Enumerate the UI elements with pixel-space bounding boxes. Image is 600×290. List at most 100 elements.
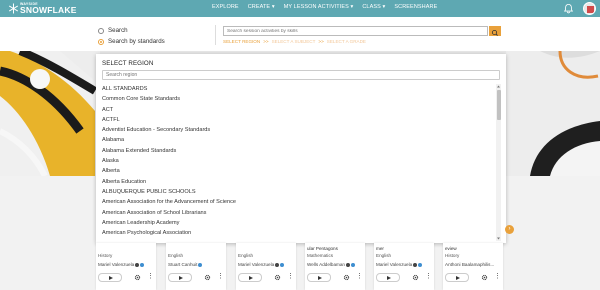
region-item[interactable]: Alabama Extended Standards (102, 146, 495, 156)
nav-my-lesson-activities[interactable]: MY LESSON ACTIVITIES ▾ (284, 4, 354, 10)
activity-card[interactable]: mer English Mariel Valenzuela ⋮ (374, 243, 434, 290)
card-title: mer (376, 246, 384, 251)
card-author: Wells Addelbaman (307, 262, 355, 267)
gear-icon[interactable] (481, 274, 488, 281)
top-navigation-bar: WAYSIDE SNOWFLAKE EXPLORE CREATE ▾ MY LE… (0, 0, 600, 17)
gear-icon[interactable] (204, 274, 211, 281)
chevron-right-icon: › (508, 226, 511, 232)
crumb-separator: >> (318, 39, 324, 44)
verified-icon (350, 262, 355, 267)
author-avatar (345, 262, 350, 267)
activity-card[interactable]: ular Pentagons Mathematics Wells Addelba… (305, 243, 365, 290)
gear-icon[interactable] (274, 274, 281, 281)
play-button[interactable] (98, 273, 122, 282)
play-button[interactable] (376, 273, 400, 282)
region-item[interactable]: Common Core State Standards (102, 94, 495, 104)
scrollbar-thumb[interactable] (496, 90, 501, 120)
activity-card[interactable]: English Stuart Canhuit ⋮ (166, 243, 226, 290)
gear-icon[interactable] (412, 274, 419, 281)
card-subject: English (168, 253, 184, 258)
gear-icon[interactable] (134, 274, 141, 281)
app-logo[interactable]: WAYSIDE SNOWFLAKE (6, 1, 76, 16)
skills-search-input[interactable] (223, 26, 488, 36)
play-button[interactable] (445, 273, 469, 282)
play-button[interactable] (238, 273, 262, 282)
region-item[interactable]: Adventist Education - Secondary Standard… (102, 125, 495, 135)
region-item[interactable]: ACT (102, 105, 495, 115)
region-item[interactable]: American Association for the Advancement… (102, 197, 495, 207)
crumb-select-grade[interactable]: SELECT A GRADE (327, 39, 366, 44)
brand-name: SNOWFLAKE (20, 5, 77, 15)
more-options-icon[interactable]: ⋮ (147, 273, 154, 280)
region-search-input[interactable] (102, 70, 500, 80)
nav-explore[interactable]: EXPLORE (212, 4, 239, 10)
nav-class[interactable]: CLASS ▾ (362, 4, 385, 10)
card-author: Stuart Canhuit (168, 262, 203, 267)
standards-radio-label: Search by standards (108, 38, 165, 45)
carousel-next-button[interactable]: › (505, 225, 514, 234)
author-name: Mariel Valenzuela (376, 262, 413, 267)
author-name: Mariel Valenzuela (238, 262, 275, 267)
card-title: eview (445, 246, 457, 251)
gear-icon[interactable] (343, 274, 350, 281)
crumb-select-region[interactable]: SELECT REGION (223, 39, 260, 44)
more-options-icon[interactable]: ⋮ (356, 273, 363, 280)
nav-screenshare[interactable]: SCREENSHARE (394, 4, 437, 10)
more-options-icon[interactable]: ⋮ (287, 273, 294, 280)
activity-card[interactable]: History Mariel Valenzuela ⋮ (96, 243, 156, 290)
region-item[interactable]: Alaska (102, 156, 495, 166)
verified-icon (140, 262, 145, 267)
verified-icon (198, 262, 203, 267)
region-item[interactable]: ALBUQUERQUE PUBLIC SCHOOLS (102, 187, 495, 197)
scroll-up-arrow-icon[interactable] (496, 84, 501, 89)
scroll-down-arrow-icon[interactable] (496, 236, 501, 241)
modal-title: SELECT REGION (102, 60, 154, 67)
region-item[interactable]: Alabama (102, 135, 495, 145)
card-author: Anthoni Baalamaphilis... (445, 262, 494, 267)
standards-mode-option[interactable]: Search by standards (98, 38, 165, 45)
search-radio[interactable] (98, 27, 104, 34)
activity-card-row: History Mariel Valenzuela ⋮ English Stua… (96, 243, 516, 290)
more-options-icon[interactable]: ⋮ (425, 273, 432, 280)
verified-icon (280, 262, 285, 267)
region-item[interactable]: American Psychological Association (102, 228, 495, 238)
activity-card[interactable]: eview History Anthoni Baalamaphilis... ⋮ (443, 243, 503, 290)
user-avatar[interactable] (583, 2, 596, 15)
card-title: ular Pentagons (307, 246, 338, 251)
search-icon (492, 30, 498, 36)
region-item[interactable]: ACTFL (102, 115, 495, 125)
author-name: Anthoni Baalamaphilis... (445, 262, 495, 267)
search-button[interactable] (489, 26, 501, 36)
more-options-icon[interactable]: ⋮ (494, 273, 501, 280)
author-avatar (135, 262, 140, 267)
author-name: Mariel Valenzuela (98, 262, 135, 267)
author-name: Wells Addelbaman (307, 262, 345, 267)
page: WAYSIDE SNOWFLAKE EXPLORE CREATE ▾ MY LE… (0, 0, 600, 290)
main-nav: EXPLORE CREATE ▾ MY LESSON ACTIVITIES ▾ … (212, 4, 437, 10)
region-list-scrollbar[interactable] (496, 84, 501, 241)
more-options-icon[interactable]: ⋮ (217, 273, 224, 280)
author-avatar (275, 262, 280, 267)
crumb-select-subject[interactable]: SELECT A SUBJECT (272, 39, 316, 44)
nav-create[interactable]: CREATE ▾ (248, 4, 275, 10)
region-item[interactable]: Alberta Education (102, 177, 495, 187)
card-author: Mariel Valenzuela (98, 262, 145, 267)
region-item[interactable]: American Leadership Academy (102, 218, 495, 228)
crumb-separator: >> (263, 39, 269, 44)
search-mode-option[interactable]: Search (98, 27, 128, 34)
divider (215, 25, 216, 45)
select-region-modal: SELECT REGION ALL STANDARDS Common Core … (96, 54, 506, 243)
verified-icon (418, 262, 423, 267)
snowflake-logo-icon (9, 3, 18, 14)
standards-radio[interactable] (98, 38, 104, 45)
play-button[interactable] (307, 273, 331, 282)
play-button[interactable] (168, 273, 192, 282)
activity-card[interactable]: English Mariel Valenzuela ⋮ (236, 243, 296, 290)
card-subject: History (98, 253, 113, 258)
card-subject: History (445, 253, 460, 258)
region-item[interactable]: Alberta (102, 166, 495, 176)
region-item[interactable]: ALL STANDARDS (102, 84, 495, 94)
region-item[interactable]: American Association of School Librarian… (102, 208, 495, 218)
bell-icon[interactable] (563, 3, 574, 14)
card-subject: English (376, 253, 392, 258)
